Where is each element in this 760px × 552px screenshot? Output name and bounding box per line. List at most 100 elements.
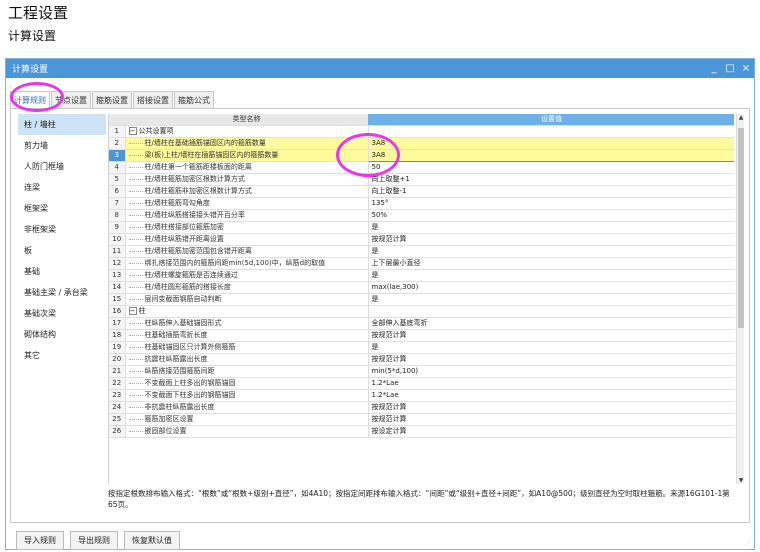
table-row[interactable]: 21 纵筋搭接范围箍筋间距 min(5*d,100) bbox=[109, 365, 734, 378]
sidebar-item-shear-wall[interactable]: 剪力墙 bbox=[18, 135, 106, 156]
row-name-cell: 柱/墙柱圆形箍筋的搭接长度 bbox=[125, 281, 369, 294]
export-rules-button[interactable]: 导出规则 bbox=[70, 531, 118, 550]
table-row[interactable]: 6 柱/墙柱箍筋非加密区根数计算方式 向上取整-1 bbox=[109, 185, 734, 198]
row-value-cell[interactable]: 135° bbox=[368, 197, 734, 210]
sidebar-item-non-frame-beam[interactable]: 非框架梁 bbox=[18, 219, 106, 240]
dialog-titlebar[interactable]: 计算设置 _ □ × bbox=[6, 59, 754, 78]
row-value-cell[interactable]: 是 bbox=[368, 293, 734, 306]
table-row[interactable]: 23 不变截面下柱多出的钢筋锚固 1.2*Lae bbox=[109, 389, 734, 402]
row-value-cell[interactable]: 1.2*Lae bbox=[368, 377, 734, 390]
row-value-cell[interactable]: 50 bbox=[368, 161, 734, 174]
row-value-cell[interactable]: min(5*d,100) bbox=[368, 365, 734, 378]
row-name: 柱/墙柱箍筋弯勾角度 bbox=[144, 199, 210, 207]
row-value-cell[interactable]: 按规范计算 bbox=[368, 329, 734, 342]
tab-stirrup-formula[interactable]: 箍筋公式 bbox=[174, 91, 214, 108]
table-row[interactable]: 1− 公共设置项 bbox=[109, 125, 734, 138]
tab-node-settings[interactable]: 节点设置 bbox=[51, 91, 91, 108]
row-value-cell[interactable] bbox=[368, 305, 734, 318]
table-row[interactable]: 4 柱/墙柱第一个箍筋距楼板面的距离 50 bbox=[109, 161, 734, 174]
row-name: 柱/墙柱箍筋非加密区根数计算方式 bbox=[144, 187, 252, 195]
category-sidebar: 柱 / 墙柱 剪力墙 人防门框墙 连梁 框架梁 非框架梁 板 基础 基础主梁 /… bbox=[18, 114, 106, 523]
row-value-cell[interactable]: 按规范计算 bbox=[368, 353, 734, 366]
row-value-cell[interactable]: 是 bbox=[368, 245, 734, 258]
sidebar-item-masonry[interactable]: 砌体结构 bbox=[18, 324, 106, 345]
table-row[interactable]: 22 不变截面上柱多出的钢筋锚固 1.2*Lae bbox=[109, 377, 734, 390]
row-value-cell[interactable]: 全部伸入基底弯折 bbox=[368, 317, 734, 330]
sidebar-item-frame-beam[interactable]: 框架梁 bbox=[18, 198, 106, 219]
vertical-scrollbar[interactable]: ▲ ▼ bbox=[736, 114, 744, 484]
sidebar-item-coupling-beam[interactable]: 连梁 bbox=[18, 177, 106, 198]
table-row[interactable]: 20 抗震柱纵筋露出长度 按规范计算 bbox=[109, 353, 734, 366]
table-row[interactable]: 9 柱/墙柱搭接部位箍筋加密 是 bbox=[109, 221, 734, 234]
restore-defaults-button[interactable]: 恢复默认值 bbox=[124, 531, 180, 550]
row-value-cell[interactable]: 是 bbox=[368, 269, 734, 282]
row-value-cell[interactable]: 按规范计算 bbox=[368, 233, 734, 246]
row-number: 20 bbox=[109, 353, 126, 366]
row-number: 3 bbox=[109, 149, 126, 162]
sidebar-item-civil-defense-wall[interactable]: 人防门框墙 bbox=[18, 156, 106, 177]
table-row[interactable]: 3 梁(板)上柱/墙柱在插筋锚固区内的箍筋数量 3A8 bbox=[109, 149, 734, 162]
sidebar-item-foundation-main-beam[interactable]: 基础主梁 / 承台梁 bbox=[18, 282, 106, 303]
row-value-cell[interactable]: 是 bbox=[368, 341, 734, 354]
row-value-cell[interactable] bbox=[368, 125, 734, 138]
table-row[interactable]: 24 非抗震柱纵筋露出长度 按规范计算 bbox=[109, 401, 734, 414]
row-number: 24 bbox=[109, 401, 126, 414]
row-name: 嵌固部位设置 bbox=[144, 427, 187, 435]
row-value-cell[interactable]: 3A8 bbox=[368, 137, 734, 150]
tree-line-icon bbox=[128, 250, 143, 252]
table-row[interactable]: 15 层间变截面钢筋自动判断 是 bbox=[109, 293, 734, 306]
row-value-cell[interactable]: max(lae,300) bbox=[368, 281, 734, 294]
scroll-thumb[interactable] bbox=[738, 128, 744, 328]
table-row[interactable]: 18 柱基础插筋弯折长度 按规范计算 bbox=[109, 329, 734, 342]
table-row[interactable]: 14 柱/墙柱圆形箍筋的搭接长度 max(lae,300) bbox=[109, 281, 734, 294]
table-row[interactable]: 12 绑扎搭接范围内的箍筋间距min(5d,100)中，纵筋d的取值 上下层最小直径 bbox=[109, 257, 734, 270]
row-number: 1 bbox=[109, 125, 126, 138]
table-row[interactable]: 7 柱/墙柱箍筋弯勾角度 135° bbox=[109, 197, 734, 210]
minimize-icon[interactable]: _ bbox=[706, 63, 722, 74]
sidebar-item-foundation[interactable]: 基础 bbox=[18, 261, 106, 282]
row-name-cell: 层间变截面钢筋自动判断 bbox=[125, 293, 369, 306]
import-rules-button[interactable]: 导入规则 bbox=[16, 531, 64, 550]
header-value[interactable]: 设置值 bbox=[368, 114, 734, 126]
row-value-cell[interactable]: 按设定计算 bbox=[368, 425, 734, 438]
row-number: 17 bbox=[109, 317, 126, 330]
table-row[interactable]: 2 柱/墙柱在基础插筋锚固区内的箍筋数量 3A8 bbox=[109, 137, 734, 150]
row-value-cell[interactable]: 按规范计算 bbox=[368, 401, 734, 414]
sidebar-item-foundation-secondary-beam[interactable]: 基础次梁 bbox=[18, 303, 106, 324]
row-value-cell[interactable]: 上下层最小直径 bbox=[368, 257, 734, 270]
collapse-icon[interactable]: − bbox=[128, 307, 137, 315]
table-row[interactable]: 17 柱纵筋伸入基础锚固形式 全部伸入基底弯折 bbox=[109, 317, 734, 330]
collapse-icon[interactable]: − bbox=[128, 127, 137, 135]
row-value-cell[interactable]: 3A8 bbox=[367, 149, 734, 162]
table-row[interactable]: 16− 柱 bbox=[109, 305, 734, 318]
table-row[interactable]: 26 嵌固部位设置 按设定计算 bbox=[109, 425, 734, 438]
row-value-cell[interactable]: 1.2*Lae bbox=[368, 389, 734, 402]
table-row[interactable]: 13 柱/墙柱螺旋箍筋是否连续通过 是 bbox=[109, 269, 734, 282]
sidebar-item-column[interactable]: 柱 / 墙柱 bbox=[18, 114, 106, 135]
row-value-cell[interactable]: 是 bbox=[368, 221, 734, 234]
row-value-cell[interactable]: 按规范计算 bbox=[368, 413, 734, 426]
table-row[interactable]: 8 柱/墙柱纵筋搭接接头错开百分率 50% bbox=[109, 209, 734, 222]
table-row[interactable]: 5 柱/墙柱箍筋加密区根数计算方式 向上取整+1 bbox=[109, 173, 734, 186]
table-row[interactable]: 19 柱基础锚固区只计算外侧箍筋 是 bbox=[109, 341, 734, 354]
table-row[interactable]: 11 柱/墙柱箍筋加密范围包含错开距离 是 bbox=[109, 245, 734, 258]
button-bar: 导入规则 导出规则 恢复默认值 bbox=[16, 531, 186, 550]
header-name[interactable]: 类型名称 bbox=[125, 114, 368, 126]
tab-lap-settings[interactable]: 搭接设置 bbox=[133, 91, 173, 108]
tab-stirrup-settings[interactable]: 箍筋设置 bbox=[92, 91, 132, 108]
tab-calc-rules[interactable]: 计算规则 bbox=[10, 91, 50, 108]
row-value-cell[interactable]: 向上取整-1 bbox=[368, 185, 734, 198]
row-value-cell[interactable]: 50% bbox=[368, 209, 734, 222]
table-row[interactable]: 10 柱/墙柱纵筋错开距离设置 按规范计算 bbox=[109, 233, 734, 246]
table-row[interactable]: 25 箍筋加密区设置 按规范计算 bbox=[109, 413, 734, 426]
scroll-down-icon[interactable]: ▼ bbox=[737, 477, 745, 484]
settings-table: 类型名称 设置值 1− 公共设置项 2 柱/墙柱在基础插筋锚固区内的箍筋数量 3A8 3 梁… bbox=[109, 114, 734, 438]
sidebar-item-other[interactable]: 其它 bbox=[18, 345, 106, 366]
resize-grip-icon[interactable]: ⋰ bbox=[745, 540, 751, 547]
scroll-up-icon[interactable]: ▲ bbox=[737, 114, 745, 121]
sidebar-item-slab[interactable]: 板 bbox=[18, 240, 106, 261]
row-value-cell[interactable]: 向上取整+1 bbox=[368, 173, 734, 186]
maximize-icon[interactable]: □ bbox=[722, 63, 738, 74]
close-icon[interactable]: × bbox=[738, 63, 754, 74]
row-name-cell: 柱/墙柱在基础插筋锚固区内的箍筋数量 bbox=[125, 137, 369, 150]
